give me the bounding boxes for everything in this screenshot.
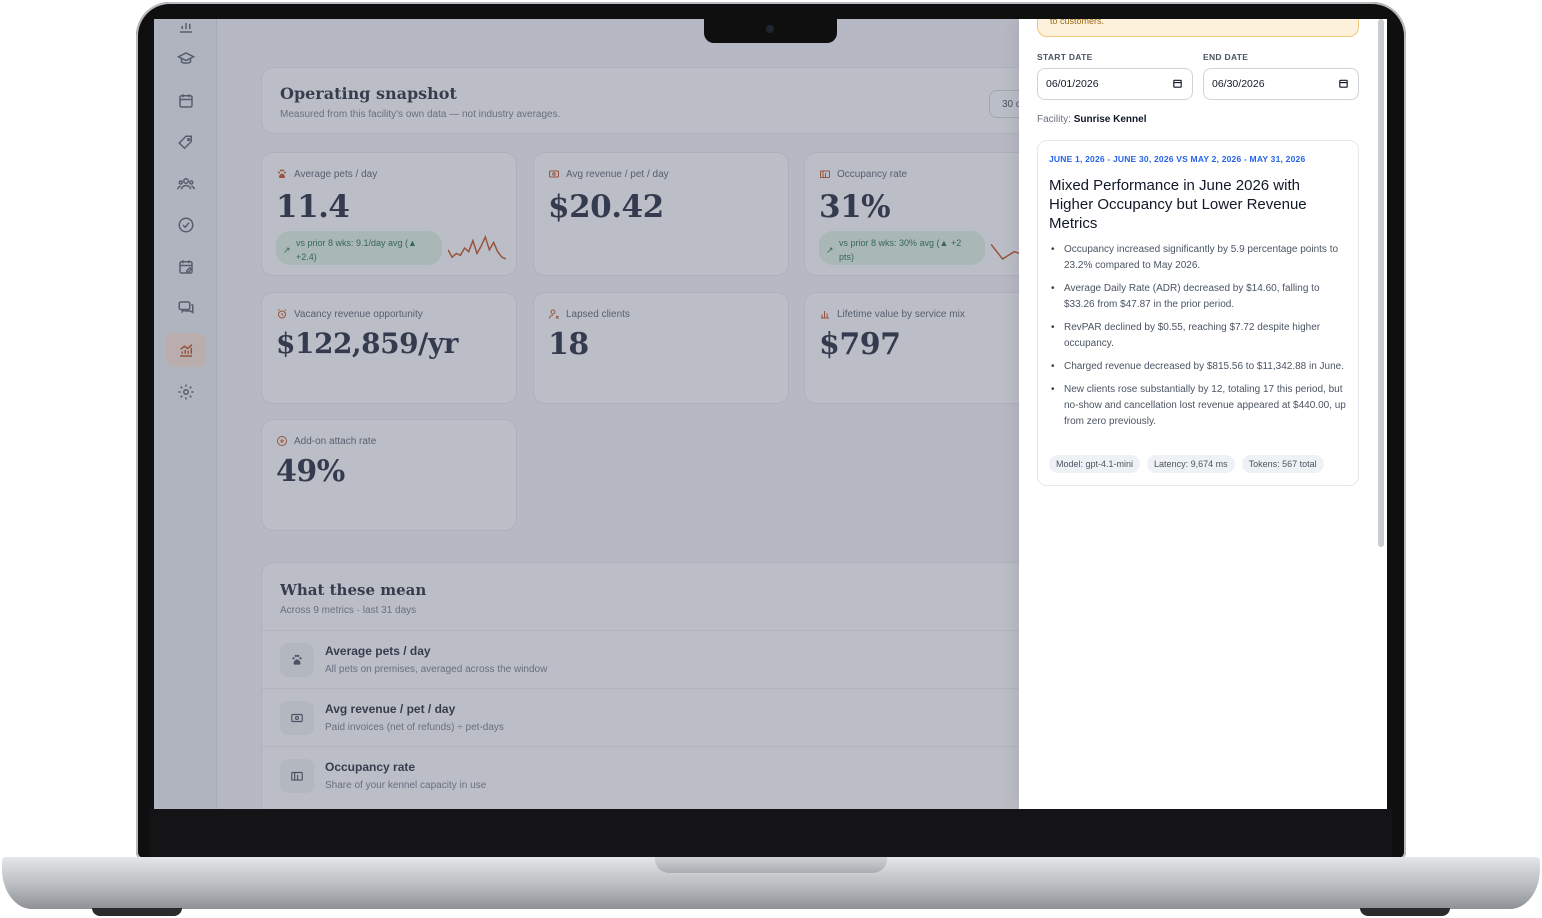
summary-date-range: JUNE 1, 2026 - JUNE 30, 2026 VS MAY 2, 2… (1049, 154, 1306, 164)
calendar-icon[interactable] (1338, 78, 1349, 89)
summary-bullet: Charged revenue decreased by $815.56 to … (1049, 359, 1349, 375)
tokens-chip: Tokens: 567 total (1241, 455, 1324, 473)
summary-bullet: RevPAR declined by $0.55, reaching $7.72… (1049, 320, 1349, 352)
laptop-mockup: Operating snapshot Measured from this fa… (0, 0, 1542, 918)
start-date-input[interactable]: 06/01/2026 (1037, 68, 1193, 100)
laptop-foot (1360, 908, 1450, 916)
summary-card: JUNE 1, 2026 - JUNE 30, 2026 VS MAY 2, 2… (1037, 140, 1359, 486)
end-date-label: END DATE (1203, 52, 1249, 62)
summary-bullet: Occupancy increased significantly by 5.9… (1049, 242, 1349, 274)
laptop-foot (92, 908, 182, 916)
summary-bullets: Occupancy increased significantly by 5.9… (1049, 242, 1349, 437)
laptop-opening-notch (655, 857, 887, 873)
facility-line: Facility: Sunrise Kennel (1037, 114, 1147, 125)
modal-backdrop[interactable] (217, 19, 1019, 809)
laptop-bezel (150, 809, 1392, 857)
latency-chip: Latency: 9,674 ms (1147, 455, 1235, 473)
end-date-input[interactable]: 06/30/2026 (1203, 68, 1359, 100)
ai-summary-drawer: to customers. START DATE 06/01/2026 END … (1019, 19, 1387, 809)
summary-bullet: New clients rose substantially by 12, to… (1049, 382, 1349, 430)
notice-banner: to customers. (1037, 19, 1359, 37)
summary-meta-chips: Model: gpt-4.1-mini Latency: 9,674 ms To… (1049, 455, 1324, 473)
scrollbar[interactable] (1378, 19, 1384, 547)
summary-headline: Mixed Performance in June 2026 with High… (1049, 177, 1307, 232)
camera-icon (766, 25, 774, 33)
model-chip: Model: gpt-4.1-mini (1049, 455, 1141, 473)
calendar-icon[interactable] (1172, 78, 1183, 89)
summary-bullet: Average Daily Rate (ADR) decreased by $1… (1049, 281, 1349, 313)
start-date-label: START DATE (1037, 52, 1093, 62)
facility-name: Sunrise Kennel (1073, 114, 1147, 125)
screen: Operating snapshot Measured from this fa… (154, 19, 1387, 809)
modal-backdrop-side[interactable] (154, 19, 217, 809)
